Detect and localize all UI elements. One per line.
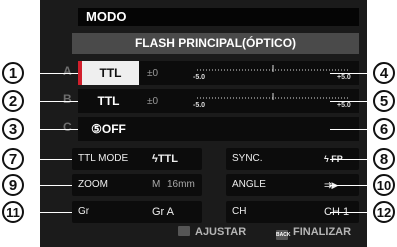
ch-label: CH <box>232 206 247 217</box>
ttl-mode-setting[interactable]: TTL MODE ϟTTL <box>72 148 202 170</box>
menu-subheader: FLASH PRINCIPAL(ÓPTICO) <box>72 33 359 54</box>
group-b-mode[interactable]: TTL <box>78 89 139 113</box>
group-a-row[interactable]: TTL ±0 -5.0 +5.0 <box>78 61 359 85</box>
gr-label: Gr <box>78 206 90 217</box>
angle-label: ANGLE <box>232 179 266 190</box>
group-a-ev-value: ±0 <box>147 67 159 79</box>
callout-5-leader <box>330 101 373 102</box>
callout-12-leader <box>330 212 373 213</box>
callout-1-leader <box>24 73 78 74</box>
callout-2: 2 <box>2 90 24 112</box>
back-button-icon: BACK <box>276 230 291 240</box>
sync-label: SYNC. <box>232 153 263 164</box>
callout-2-leader <box>24 101 78 102</box>
group-a-scale-min: -5.0 <box>193 74 206 81</box>
callout-11-leader <box>24 212 72 213</box>
callout-8: 8 <box>373 148 395 170</box>
callout-10-leader <box>330 185 373 186</box>
group-b-row[interactable]: TTL ±0 -5.0 +5.0 <box>78 89 359 113</box>
group-a-mode[interactable]: TTL <box>78 61 139 85</box>
callout-3: 3 <box>2 118 24 140</box>
gr-setting[interactable]: Gr Gr A <box>72 201 202 223</box>
flash-mode-title: FLASH PRINCIPAL(ÓPTICO) <box>134 36 297 50</box>
callout-9: 9 <box>2 174 24 196</box>
group-label-a: A <box>63 64 72 78</box>
group-c-row[interactable]: ⑤OFF <box>78 117 359 141</box>
zoom-label: ZOOM <box>78 179 108 190</box>
callout-4-leader <box>330 73 373 74</box>
callout-7: 7 <box>2 148 24 170</box>
menu-header: MODO <box>78 8 359 26</box>
group-label-c: C <box>63 120 72 134</box>
group-c-mode[interactable]: ⑤OFF <box>78 117 139 141</box>
zoom-value: 16mm <box>167 179 195 190</box>
callout-6: 6 <box>373 118 395 140</box>
zoom-setting[interactable]: ZOOM M 16mm <box>72 174 202 196</box>
adjust-label: AJUSTAR <box>195 226 247 238</box>
callout-12: 12 <box>373 201 395 223</box>
callout-7-leader <box>24 159 72 160</box>
callout-8-leader <box>330 159 373 160</box>
ttl-mode-value: ϟTTL <box>152 153 178 165</box>
page-title: MODO <box>86 9 127 24</box>
callout-5: 5 <box>373 90 395 112</box>
group-a-scale-max: +5.0 <box>337 74 351 81</box>
callout-6-leader <box>330 129 373 130</box>
callout-3-leader <box>24 129 78 130</box>
callout-4: 4 <box>373 62 395 84</box>
callout-9-leader <box>24 185 72 186</box>
finish-hint: BACK FINALIZAR <box>276 226 351 240</box>
callout-11: 11 <box>2 201 24 223</box>
ttl-mode-label: TTL MODE <box>78 153 129 164</box>
finish-label: FINALIZAR <box>293 226 352 238</box>
adjust-hint: AJUSTAR <box>178 226 246 238</box>
group-b-ev-value: ±0 <box>147 95 159 107</box>
dial-icon <box>178 226 190 236</box>
gr-value: Gr A <box>152 206 175 218</box>
callout-10: 10 <box>373 174 395 196</box>
group-b-scale-min: -5.0 <box>193 102 206 109</box>
zoom-mode-prefix: M <box>152 179 161 190</box>
callout-1: 1 <box>2 62 24 84</box>
group-b-scale-max: +5.0 <box>337 102 351 109</box>
group-label-b: B <box>63 92 72 106</box>
